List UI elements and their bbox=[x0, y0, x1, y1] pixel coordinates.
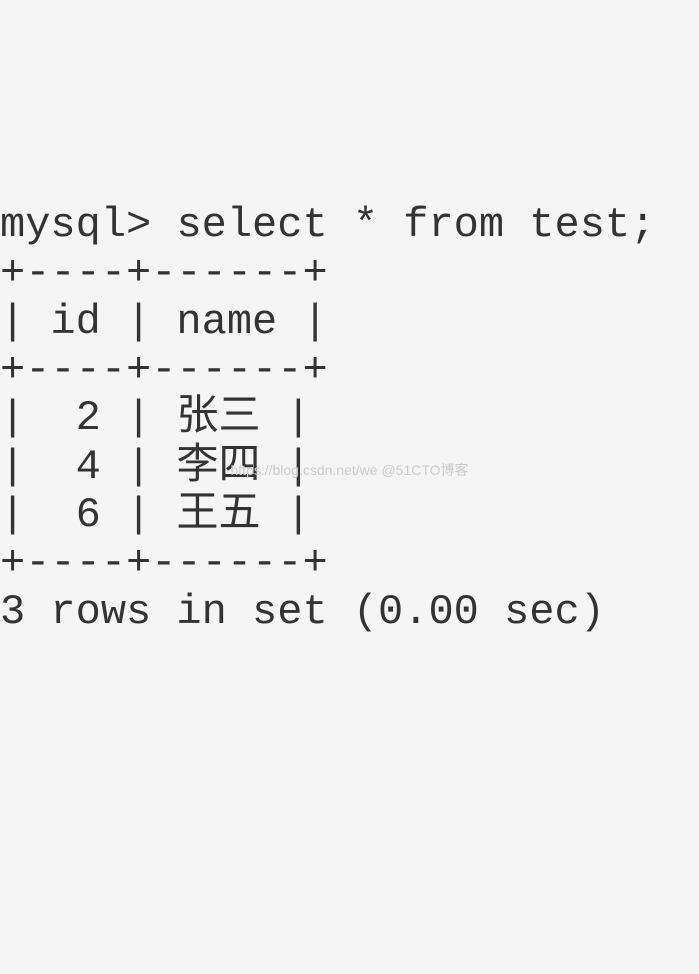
watermark: https://blog.csdn.net/we @51CTO博客 bbox=[230, 462, 468, 478]
sql-command: select * from test; bbox=[176, 201, 655, 249]
table-row: | 6 | 王五 | bbox=[0, 491, 311, 539]
cell-name: 张三 bbox=[176, 394, 260, 442]
table-border-bottom: +----+------+ bbox=[0, 539, 328, 587]
cell-name: 王五 bbox=[176, 491, 260, 539]
cell-id: 2 bbox=[76, 394, 101, 442]
table-border-top: +----+------+ bbox=[0, 249, 328, 297]
table-header: | id | name | bbox=[0, 298, 328, 346]
cell-id: 4 bbox=[76, 443, 101, 491]
result-summary: 3 rows in set (0.00 sec) bbox=[0, 588, 605, 636]
table-row: | 2 | 张三 | bbox=[0, 394, 311, 442]
terminal-output: mysql> select * from test; +----+------+… bbox=[0, 201, 699, 636]
table-border-mid: +----+------+ bbox=[0, 346, 328, 394]
cell-id: 6 bbox=[76, 491, 101, 539]
prompt: mysql> bbox=[0, 201, 176, 249]
